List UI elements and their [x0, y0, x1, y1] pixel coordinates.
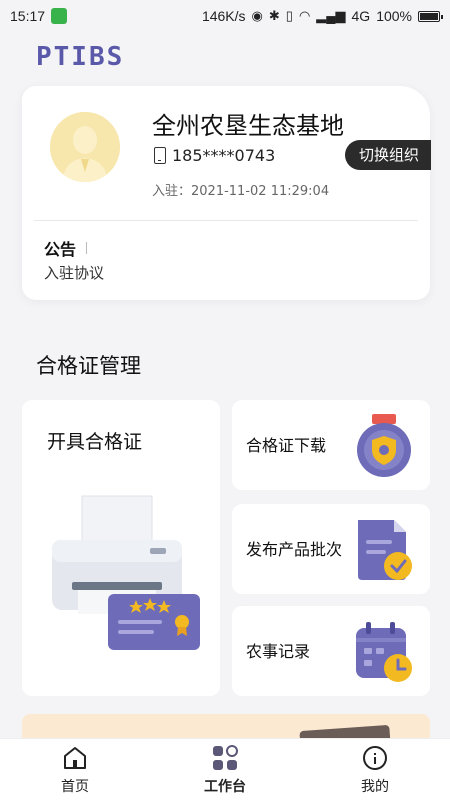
- calendar-clock-icon: [356, 622, 412, 682]
- grid-icon: [213, 744, 238, 770]
- certificate-download-label: 合格证下载: [246, 436, 327, 455]
- printer-icon: [52, 495, 200, 650]
- issue-certificate-label: 开具合格证: [47, 431, 143, 453]
- certificate-download-card[interactable]: 合格证下载: [232, 400, 430, 490]
- switch-org-button[interactable]: 切换组织: [344, 140, 431, 170]
- medal-icon: [357, 414, 411, 477]
- org-name: 全州农垦生态基地: [152, 112, 344, 140]
- tab-workbench[interactable]: 工作台: [185, 744, 265, 796]
- app-notification-icon: [51, 8, 68, 24]
- status-bar: 15:17 146K/s ◉ ✱ ▯ ◠ ▂▄▆ 4G 100%: [0, 0, 450, 32]
- phone-number: 185****0743: [172, 146, 276, 165]
- location-icon: ◉: [251, 8, 263, 23]
- net-speed: 146K/s: [201, 8, 246, 24]
- farm-record-card[interactable]: 农事记录: [232, 606, 430, 696]
- phone-row: 185****0743: [154, 146, 275, 165]
- issue-certificate-card[interactable]: 开具合格证: [22, 400, 220, 696]
- join-time: 2021-11-02 11:29:04: [191, 184, 330, 199]
- user-icon: [363, 745, 387, 770]
- brand-logo: PTIBS: [36, 42, 125, 72]
- wifi-icon: ◠: [298, 8, 311, 23]
- join-label: 入驻：: [152, 184, 192, 199]
- phone-icon: [154, 147, 166, 164]
- network-type: 4G: [351, 8, 371, 24]
- tab-home[interactable]: 首页: [35, 744, 115, 796]
- tab-workbench-label: 工作台: [204, 778, 246, 795]
- document-check-icon: [358, 520, 412, 580]
- avatar: [50, 112, 120, 182]
- publish-batch-label: 发布产品批次: [246, 540, 343, 559]
- battery-level: 100%: [376, 8, 412, 24]
- farm-record-label: 农事记录: [246, 642, 311, 661]
- profile-card: 全州农垦生态基地 185****0743 入驻：2021-11-02 11:29…: [22, 86, 431, 300]
- battery-icon: [418, 10, 443, 22]
- divider: [34, 220, 418, 221]
- home-icon: [64, 746, 86, 769]
- join-info: 入驻：2021-11-02 11:29:04: [152, 180, 329, 199]
- bluetooth-icon: ✱: [268, 8, 280, 23]
- tab-mine[interactable]: 我的: [335, 744, 415, 796]
- signal-icon: ▂▄▆: [316, 8, 346, 23]
- status-time: 15:17: [10, 8, 46, 24]
- tab-mine-label: 我的: [361, 778, 389, 795]
- notice-title: 公告: [44, 240, 77, 259]
- notice-agreement-link[interactable]: 入驻协议: [44, 262, 104, 283]
- publish-batch-card[interactable]: 发布产品批次: [232, 504, 430, 594]
- tab-home-label: 首页: [61, 778, 89, 795]
- section-title: 合格证管理: [36, 354, 141, 378]
- notice-header: 公告: [44, 236, 88, 260]
- bottom-tab-bar: 首页 工作台 我的: [0, 738, 450, 800]
- vibrate-icon: ▯: [285, 8, 293, 23]
